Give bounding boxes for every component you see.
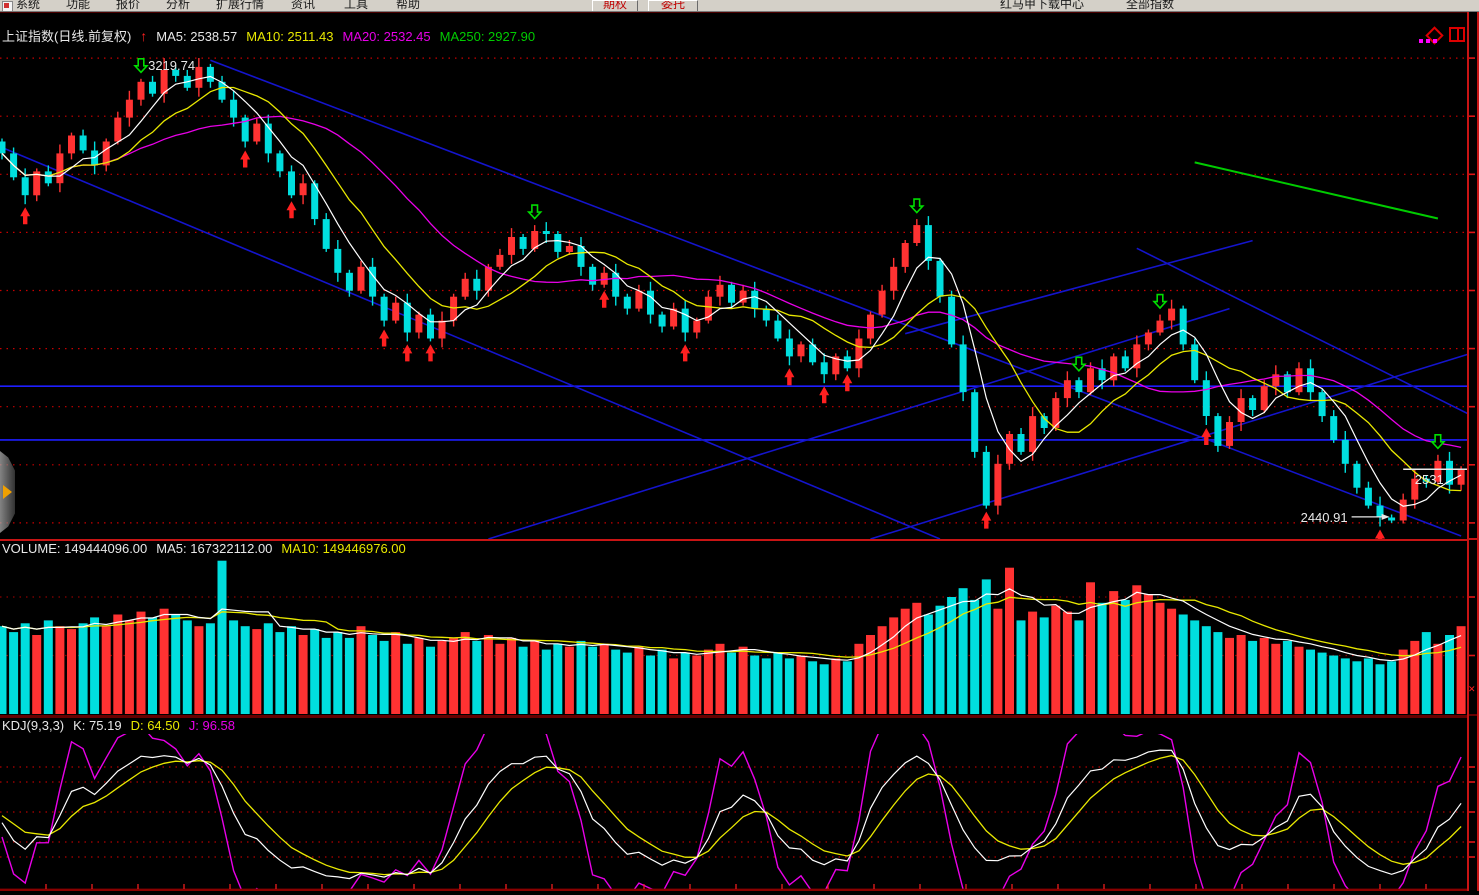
volume-value: VOLUME: 149444096.00 — [2, 541, 147, 556]
kdj-j-value: J: 96.58 — [189, 718, 235, 733]
menu-bar: 系统 功能 报价 分析 扩展行情 资讯 工具 帮助 期权 委托 红马甲下载中心 … — [0, 0, 1479, 12]
menu-button-order[interactable]: 委托 — [648, 0, 698, 12]
menu-item-quotes[interactable]: 报价 — [116, 0, 140, 11]
menu-button-options[interactable]: 期权 — [592, 0, 638, 12]
kdj-k-value: K: 75.19 — [73, 718, 121, 733]
main-chart-header: 上证指数(日线.前复权) ↑ MA5: 2538.57 MA10: 2511.43 MA… — [2, 26, 544, 45]
menu-status-right: 全部指数 — [1126, 0, 1174, 11]
menu-item-function[interactable]: 功能 — [66, 0, 90, 11]
svg-text:2531.: 2531. — [1415, 472, 1448, 487]
menu-status-left: 红马甲下载中心 — [1000, 0, 1084, 11]
menu-item-system[interactable]: 系统 — [16, 0, 40, 11]
kdj-name: KDJ(9,3,3) — [2, 718, 64, 733]
expand-arrow-icon — [3, 485, 12, 499]
price-up-arrow-icon: ↑ — [140, 28, 147, 44]
volume-ma5-value: MA5: 167322112.00 — [156, 541, 272, 556]
menu-item-news[interactable]: 资讯 — [291, 0, 315, 11]
kdj-header: KDJ(9,3,3) K: 75.19 D: 64.50 J: 96.58 — [2, 718, 244, 733]
menu-item-extended[interactable]: 扩展行情 — [216, 0, 264, 11]
app-icon[interactable] — [2, 1, 13, 12]
kdj-chart[interactable] — [0, 734, 1467, 891]
volume-chart[interactable] — [0, 556, 1467, 716]
ma20-value: MA20: 2532.45 — [342, 29, 430, 44]
main-price-chart[interactable]: 2531. 3219.74 2440.91 — [0, 12, 1467, 539]
menu-item-help[interactable]: 帮助 — [396, 0, 420, 11]
ma250-value: MA250: 2927.90 — [440, 29, 535, 44]
volume-ma10-value: MA10: 149446976.00 — [281, 541, 405, 556]
more-options-dots-icon[interactable] — [1419, 39, 1423, 43]
trading-app-window: 系统 功能 报价 分析 扩展行情 资讯 工具 帮助 期权 委托 红马甲下载中心 … — [0, 0, 1479, 895]
svg-text:2440.91: 2440.91 — [1301, 510, 1348, 525]
volume-header: VOLUME: 149444096.00 MA5: 167322112.00 MA1… — [2, 541, 415, 556]
ma5-value: MA5: 2538.57 — [156, 29, 237, 44]
chart-title: 上证指数(日线.前复权) — [2, 29, 131, 44]
menu-item-tools[interactable]: 工具 — [344, 0, 368, 11]
close-pane-icon[interactable]: ✕ — [1468, 684, 1476, 695]
menu-item-analysis[interactable]: 分析 — [166, 0, 190, 11]
ma10-value: MA10: 2511.43 — [246, 29, 333, 44]
svg-text:3219.74: 3219.74 — [148, 58, 195, 73]
kdj-d-value: D: 64.50 — [131, 718, 180, 733]
split-window-icon[interactable] — [1449, 27, 1465, 42]
